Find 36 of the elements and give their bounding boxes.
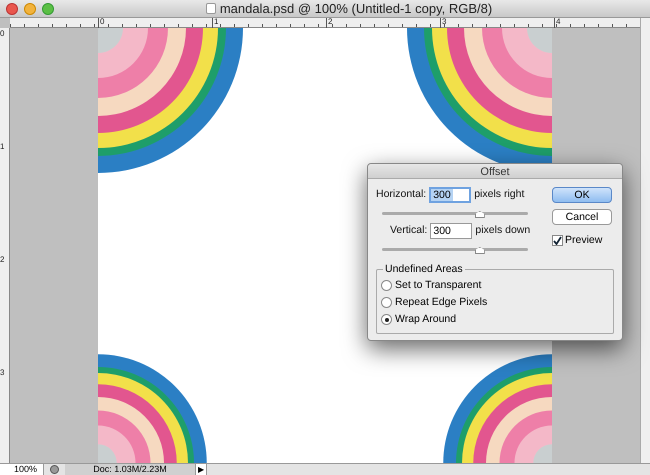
ruler-label: 3 (0, 369, 4, 377)
dialog-button[interactable]: OK (552, 187, 612, 203)
slider-thumb[interactable] (474, 247, 485, 254)
ruler-label: 1 (0, 143, 4, 151)
document-icon (206, 3, 216, 14)
minimize-icon[interactable] (24, 2, 36, 14)
slider-track[interactable] (382, 212, 528, 215)
field-label: Vertical: (390, 223, 428, 238)
zoom-icon[interactable] (42, 2, 54, 14)
slider-track[interactable] (382, 248, 528, 251)
field-label: Horizontal: (376, 187, 426, 202)
number-field[interactable]: 300 (430, 223, 472, 239)
radio-option[interactable]: Repeat Edge Pixels (381, 294, 609, 311)
checkbox-icon[interactable] (552, 235, 563, 246)
radio-icon[interactable] (381, 314, 392, 325)
number-field[interactable]: 300 (429, 187, 472, 203)
dialog-button[interactable]: Cancel (552, 209, 612, 225)
status-menu-button[interactable]: ▶ (195, 464, 207, 475)
close-icon[interactable] (6, 2, 18, 14)
radio-option[interactable]: Wrap Around (381, 311, 609, 328)
status-icon[interactable] (50, 465, 59, 474)
document-size: Doc: 1.03M/2.23M (65, 464, 195, 475)
radio-icon[interactable] (381, 280, 392, 291)
window-title: mandala.psd @ 100% (Untitled-1 copy, RGB/8) (220, 0, 492, 18)
ruler-label: 0 (0, 30, 4, 38)
dialog-title: Offset (368, 164, 622, 179)
ruler-label: 2 (0, 256, 4, 264)
unit-label: pixels down (475, 223, 530, 238)
preview-checkbox[interactable]: Preview (552, 233, 602, 249)
unit-label: pixels right (474, 187, 524, 202)
radio-icon[interactable] (381, 297, 392, 308)
ruler-label: 4 (554, 18, 560, 28)
zoom-field[interactable]: 100% (0, 464, 44, 475)
radio-option[interactable]: Set to Transparent (381, 277, 609, 294)
vertical-scrollbar[interactable] (640, 18, 650, 463)
slider-thumb[interactable] (474, 211, 485, 218)
